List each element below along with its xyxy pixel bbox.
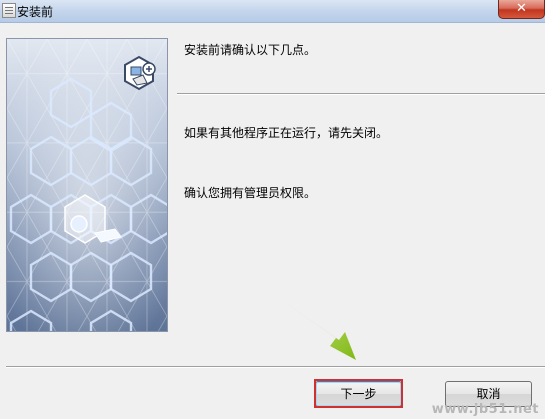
close-icon: ✕ [516, 1, 527, 16]
close-programs-text: 如果有其他程序正在运行，请先关闭。 [184, 126, 389, 140]
window-title: 安装前 [17, 5, 54, 19]
watermark-text: www.jb51.net [431, 402, 539, 417]
app-icon [2, 3, 16, 18]
next-button[interactable]: 下一步 [315, 381, 402, 407]
title-bar[interactable]: 安装前 ✕ [0, 0, 545, 23]
close-button[interactable]: ✕ [498, 0, 545, 19]
divider [177, 93, 545, 95]
admin-rights-text: 确认您拥有管理员权限。 [184, 186, 317, 200]
footer-divider [6, 366, 545, 368]
intro-text: 安装前请确认以下几点。 [184, 43, 317, 57]
installer-banner-image [6, 38, 168, 332]
